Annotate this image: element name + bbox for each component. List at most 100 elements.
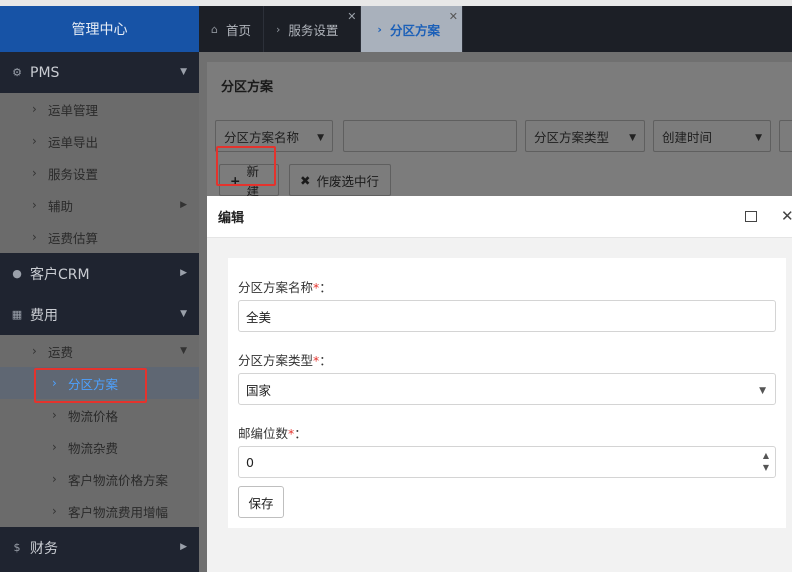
select-value: 分区方案类型 <box>534 129 610 145</box>
sidebar-item-customer-price-scheme[interactable]: › 客户物流价格方案 <box>0 463 199 495</box>
chevron-right-icon: › <box>276 22 281 36</box>
tab-zone-scheme[interactable]: › 分区方案 ✕ <box>361 6 463 52</box>
dialog-title: 编辑 <box>218 211 245 226</box>
chevron-right-icon: › <box>32 198 37 212</box>
close-icon[interactable]: ✕ <box>347 10 356 23</box>
sidebar-group-crm[interactable]: ● 客户CRM ▶ <box>0 253 199 294</box>
sidebar-item-freight[interactable]: › 运费 ▼ <box>0 335 199 367</box>
close-icon[interactable]: ✕ <box>449 10 458 23</box>
select-value: 国家 <box>246 382 272 398</box>
name-field-label: 分区方案名称*： <box>238 277 332 296</box>
chevron-right-icon: › <box>32 344 37 358</box>
chevron-right-icon: › <box>52 440 57 454</box>
brand-title: 管理中心 <box>0 6 199 52</box>
name-filter-input[interactable] <box>343 120 517 152</box>
fees-submenu: › 运费 ▼ › 分区方案 › 物流价格 › 物流杂费 › 客户物流价格方案 ›… <box>0 335 199 527</box>
sidebar-group-label: 财务 <box>30 540 58 557</box>
chevron-down-icon: ▼ <box>180 67 187 77</box>
maximize-icon[interactable] <box>745 211 757 222</box>
sidebar-item-label: 运费 <box>48 344 74 360</box>
input-value: 全美 <box>246 309 272 325</box>
page-title: 分区方案 <box>221 80 274 95</box>
edit-form: 分区方案名称*： 全美 分区方案类型*： 国家 ▼ 邮编位数*： 0 ▲ ▼ 保存 <box>228 258 786 528</box>
sidebar-item-label: 客户物流价格方案 <box>68 472 169 488</box>
select-value: 创建时间 <box>662 129 713 145</box>
label-colon: ： <box>319 353 332 368</box>
grid-icon: ▦ <box>11 308 23 321</box>
tab-label: 分区方案 <box>389 22 440 38</box>
caret-right-icon: ▶ <box>180 268 187 278</box>
chevron-down-icon: ▼ <box>180 309 187 319</box>
chevron-right-icon: › <box>52 472 57 486</box>
dialog-body: 分区方案名称*： 全美 分区方案类型*： 国家 ▼ 邮编位数*： 0 ▲ ▼ 保存 <box>207 238 792 572</box>
type-filter-select[interactable]: 分区方案类型 ▼ <box>525 120 645 152</box>
sidebar-group-pms[interactable]: ⚙ PMS ▼ <box>0 52 199 93</box>
sidebar-item-label: 服务设置 <box>48 166 99 182</box>
extra-filter-select[interactable] <box>779 120 792 152</box>
close-icon: ✖ <box>300 172 311 188</box>
sidebar-group-finance[interactable]: $ 财务 ▶ <box>0 527 199 568</box>
tab-label: 服务设置 <box>288 22 339 38</box>
tab-home[interactable]: ⌂ 首页 <box>199 6 264 52</box>
label-text: 分区方案名称 <box>238 280 314 295</box>
sidebar: 管理中心 ⚙ PMS ▼ › 运单管理 › 运单导出 › 服务设置 › 辅助 ▶… <box>0 6 199 572</box>
chevron-down-icon: ▼ <box>629 133 636 143</box>
settings-icon: ⚙ <box>12 66 22 79</box>
type-select[interactable]: 国家 ▼ <box>238 373 776 405</box>
sidebar-group-fees[interactable]: ▦ 费用 ▼ <box>0 294 199 335</box>
sidebar-item-label: 辅助 <box>48 198 74 214</box>
chevron-down-icon: ▼ <box>759 386 766 396</box>
label-colon: ： <box>294 426 307 441</box>
highlight-box-new-button <box>216 146 276 186</box>
sidebar-item-logistics-misc-fees[interactable]: › 物流杂费 <box>0 431 199 463</box>
name-input[interactable]: 全美 <box>238 300 776 332</box>
sidebar-item-auxiliary[interactable]: › 辅助 ▶ <box>0 189 199 221</box>
edit-dialog: 编辑 ✕ 分区方案名称*： 全美 分区方案类型*： 国家 ▼ 邮编位数*： 0 <box>207 196 792 572</box>
user-icon: ● <box>12 267 22 280</box>
sidebar-item-waybill-manage[interactable]: › 运单管理 <box>0 93 199 125</box>
void-selected-button[interactable]: ✖ 作废选中行 <box>289 164 391 196</box>
sidebar-item-customer-fee-increase[interactable]: › 客户物流费用增幅 <box>0 495 199 527</box>
sidebar-item-logistics-price[interactable]: › 物流价格 <box>0 399 199 431</box>
sidebar-item-label: 客户物流费用增幅 <box>68 504 169 520</box>
chevron-right-icon: › <box>32 166 37 180</box>
select-value: 分区方案名称 <box>224 129 300 145</box>
number-spinner-icon[interactable]: ▲ ▼ <box>763 450 769 474</box>
sidebar-group-label: PMS <box>30 64 60 81</box>
postcode-field-label: 邮编位数*： <box>238 423 307 442</box>
sidebar-item-freight-estimate[interactable]: › 运费估算 <box>0 221 199 253</box>
tab-service-settings[interactable]: › 服务设置 ✕ <box>264 6 362 52</box>
chevron-right-icon: › <box>32 230 37 244</box>
chevron-right-icon: › <box>52 408 57 422</box>
input-value: 0 <box>246 454 254 470</box>
sidebar-item-label: 物流杂费 <box>68 440 119 456</box>
label-colon: ： <box>319 280 332 295</box>
chevron-right-icon: › <box>32 134 37 148</box>
chevron-right-icon: › <box>377 22 382 36</box>
chevron-down-icon: ▼ <box>317 133 324 143</box>
sidebar-item-label: 运单导出 <box>48 134 99 150</box>
type-field-label: 分区方案类型*： <box>238 350 332 369</box>
sidebar-item-label: 物流价格 <box>68 408 119 424</box>
sidebar-item-waybill-export[interactable]: › 运单导出 <box>0 125 199 157</box>
tab-label: 首页 <box>225 22 251 38</box>
close-icon[interactable]: ✕ <box>781 207 792 225</box>
button-label: 作废选中行 <box>316 173 379 189</box>
chevron-right-icon: › <box>52 504 57 518</box>
created-filter-select[interactable]: 创建时间 ▼ <box>653 120 771 152</box>
chevron-right-icon: › <box>32 102 37 116</box>
sidebar-item-service-settings[interactable]: › 服务设置 <box>0 157 199 189</box>
highlight-box-zone-scheme <box>34 368 147 403</box>
dollar-icon: $ <box>13 541 21 554</box>
chevron-down-icon: ▼ <box>180 346 187 356</box>
caret-right-icon: ▶ <box>180 200 187 210</box>
caret-right-icon: ▶ <box>180 542 187 552</box>
postcode-digits-input[interactable]: 0 ▲ ▼ <box>238 446 776 478</box>
dialog-header: 编辑 ✕ <box>207 196 792 238</box>
label-text: 分区方案类型 <box>238 353 314 368</box>
label-text: 邮编位数 <box>238 426 289 441</box>
home-icon: ⌂ <box>211 22 218 36</box>
sidebar-item-label: 运费估算 <box>48 230 99 246</box>
chevron-down-icon: ▼ <box>755 133 762 143</box>
save-button[interactable]: 保存 <box>238 486 284 518</box>
